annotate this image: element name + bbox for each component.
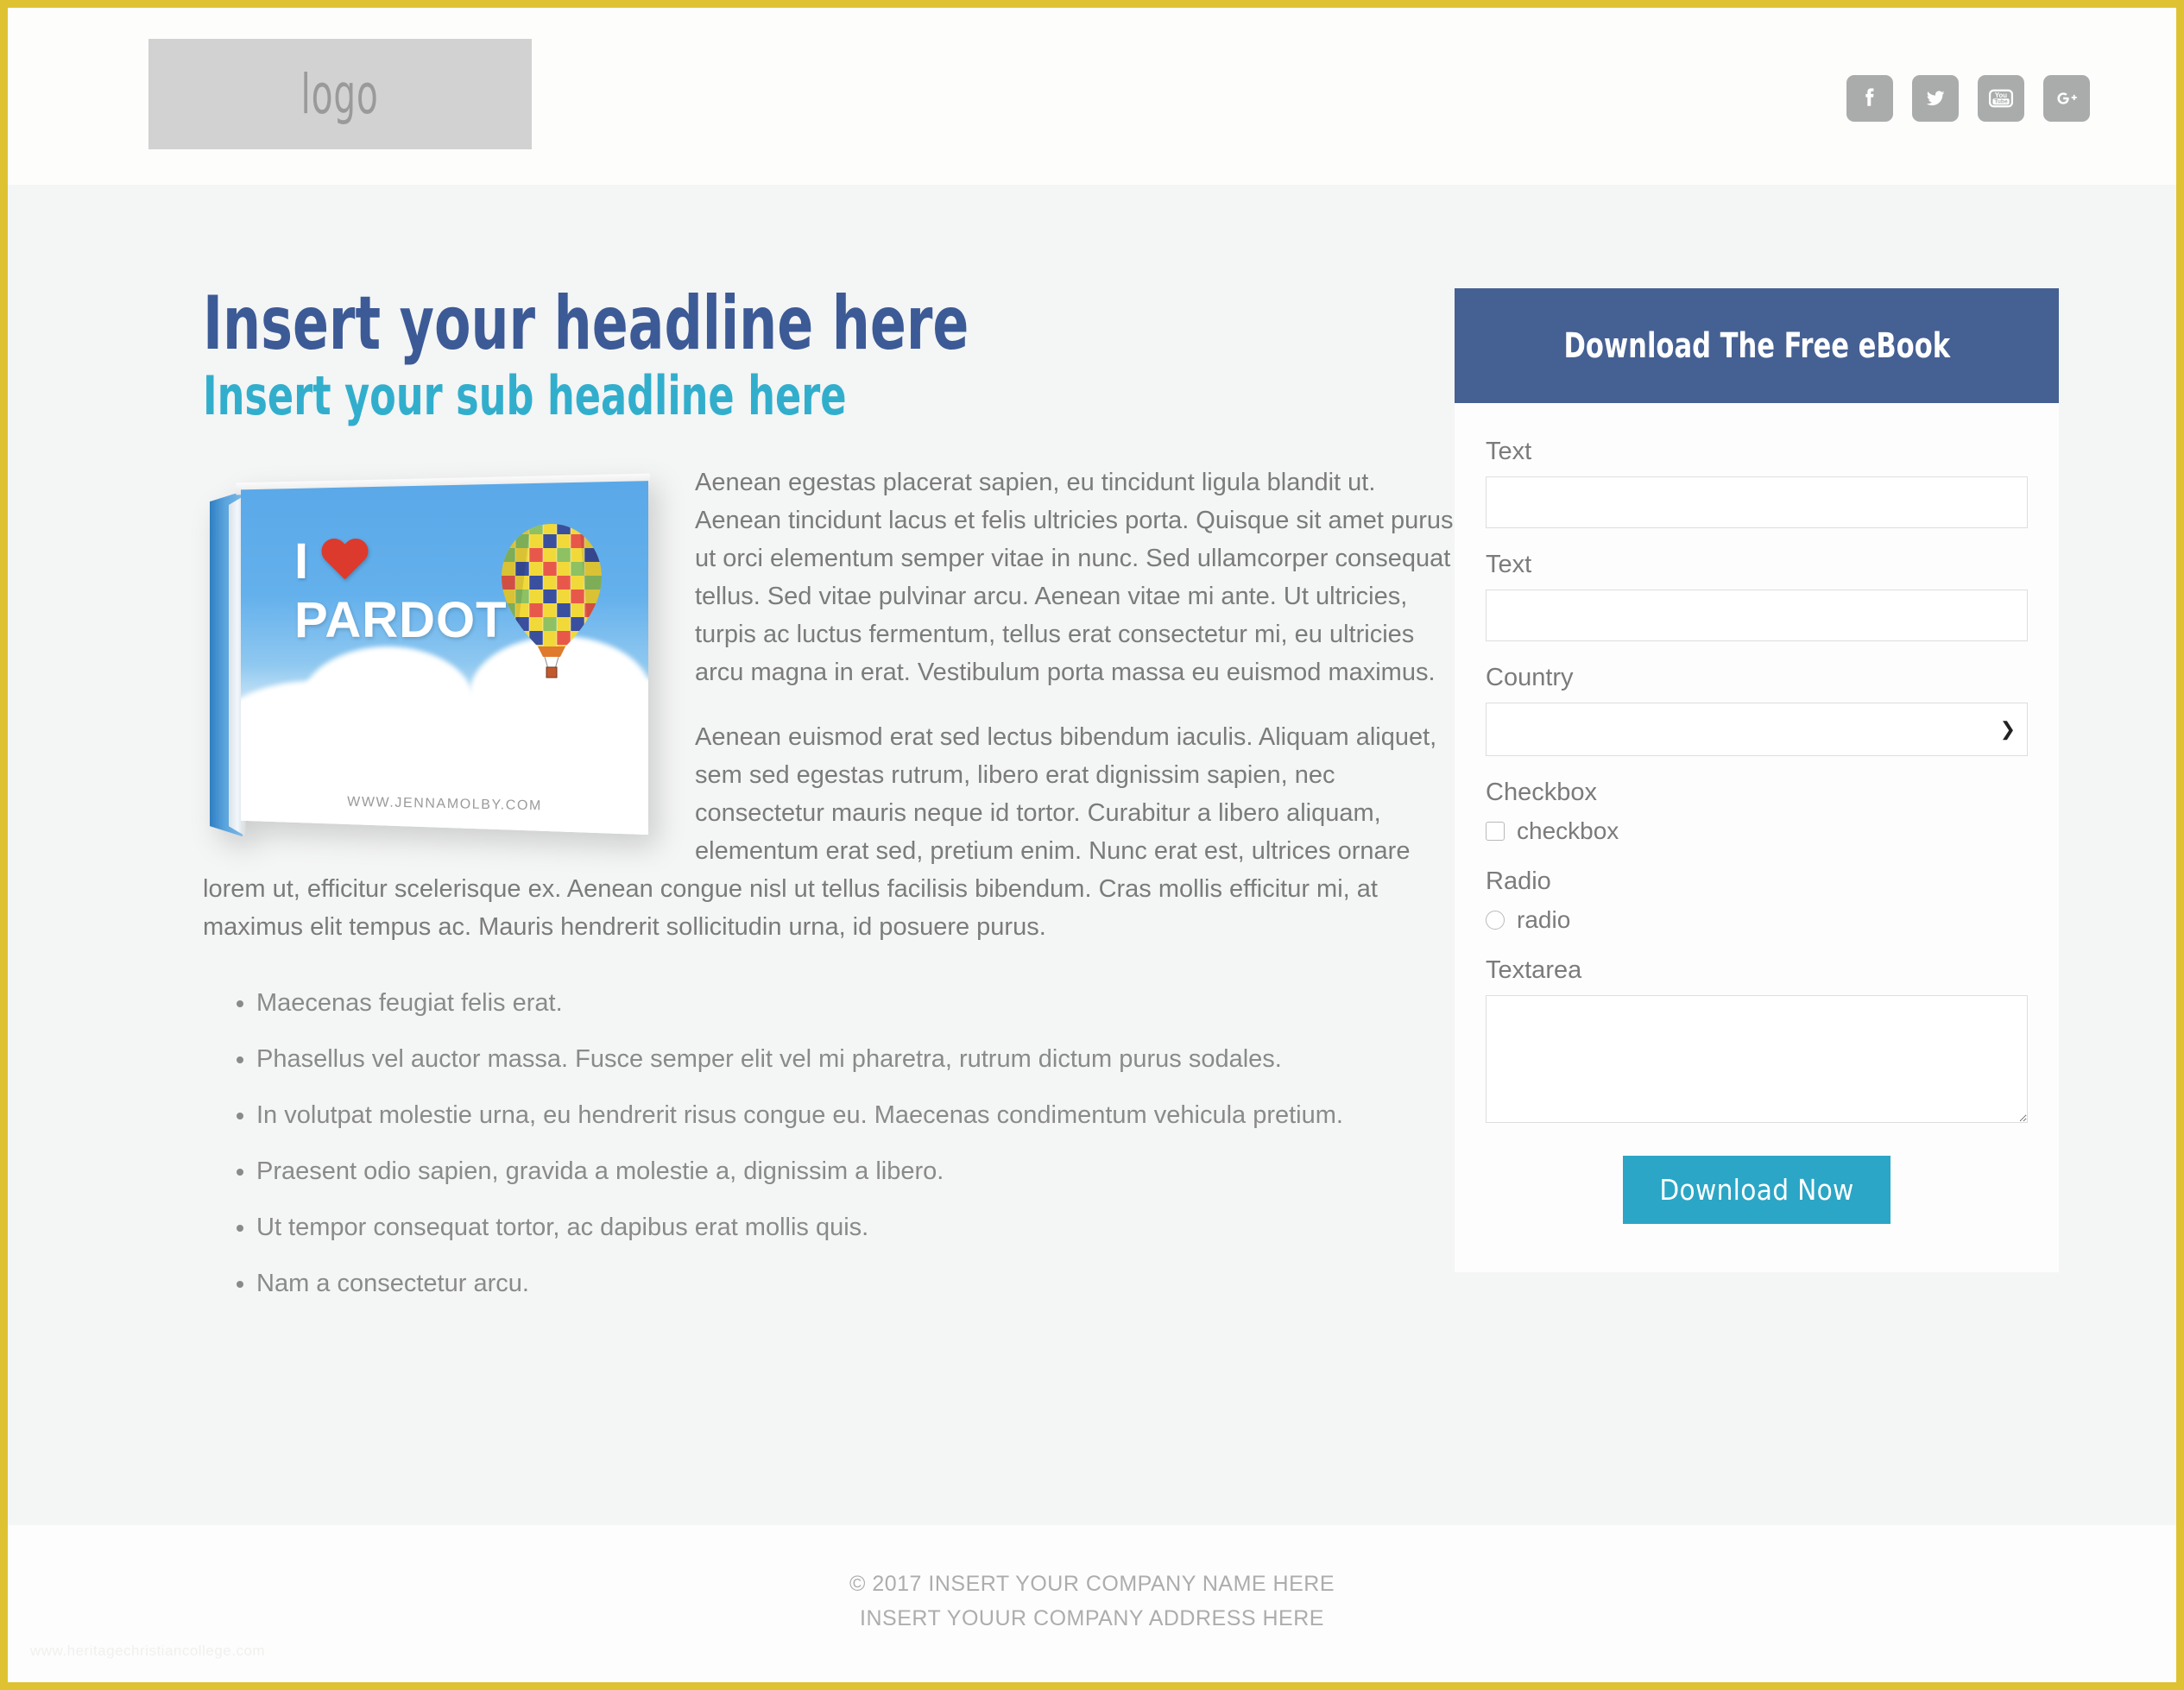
feature-bullet-list: Maecenas feugiat felis erat. Phasellus v… bbox=[203, 984, 1463, 1303]
field-text-1: Text bbox=[1486, 438, 2028, 528]
field-label: Radio bbox=[1486, 867, 1551, 895]
book-title-main: PARDOT bbox=[294, 592, 508, 649]
radio-option-label: radio bbox=[1517, 906, 1571, 933]
footer-company-name: © 2017 INSERT YOUR COMPANY NAME HERE bbox=[849, 1572, 1335, 1596]
facebook-icon[interactable] bbox=[1846, 75, 1893, 122]
social-links: You Tube bbox=[1846, 75, 2090, 122]
list-item: Maecenas feugiat felis erat. bbox=[256, 984, 1463, 1023]
country-select[interactable] bbox=[1486, 703, 2028, 756]
book-title-letter-i: I bbox=[294, 533, 309, 590]
field-label: Textarea bbox=[1486, 956, 1582, 984]
field-textarea: Textarea bbox=[1486, 956, 2028, 1123]
landing-page: logo You Tube Insert your headline here I… bbox=[0, 0, 2184, 1690]
svg-text:You: You bbox=[1995, 91, 2007, 99]
form-title: Download The Free eBook bbox=[1563, 325, 1950, 366]
googleplus-icon[interactable] bbox=[2043, 75, 2090, 122]
logo-text: logo bbox=[300, 62, 380, 126]
form-header: Download The Free eBook bbox=[1455, 288, 2059, 403]
field-radio: Radio radio bbox=[1486, 867, 2028, 934]
download-form-panel: Download The Free eBook Text Text Countr… bbox=[1455, 288, 2059, 1272]
logo-placeholder[interactable]: logo bbox=[148, 39, 532, 149]
radio-input[interactable] bbox=[1486, 911, 1505, 930]
footer-company-address: INSERT YOUUR COMPANY ADDRESS HERE bbox=[860, 1606, 1324, 1630]
ebook-cover-image: I PARDOT WWW.JENNAMOLBY.COM bbox=[203, 472, 652, 843]
youtube-icon[interactable]: You Tube bbox=[1978, 75, 2024, 122]
text-input-1[interactable] bbox=[1486, 476, 2028, 528]
svg-text:Tube: Tube bbox=[1994, 99, 2008, 105]
site-footer: © 2017 INSERT YOUR COMPANY NAME HERE INS… bbox=[8, 1525, 2176, 1682]
main-section: Insert your headline here Insert your su… bbox=[8, 185, 2176, 1525]
field-label: Country bbox=[1486, 664, 1574, 691]
download-now-button[interactable]: Download Now bbox=[1623, 1156, 1890, 1224]
field-label: Text bbox=[1486, 551, 1532, 578]
field-checkbox: Checkbox checkbox bbox=[1486, 779, 2028, 845]
field-country: Country ❯ bbox=[1486, 664, 2028, 756]
page-subheadline: Insert your sub headline here bbox=[203, 364, 847, 427]
watermark-text: www.heritagechristiancollege.com bbox=[30, 1643, 266, 1659]
page-headline: Insert your headline here bbox=[203, 281, 969, 367]
checkbox-option-label: checkbox bbox=[1517, 817, 1619, 844]
field-label: Text bbox=[1486, 438, 1532, 465]
submit-row: Download Now bbox=[1486, 1156, 2028, 1224]
list-item: Praesent odio sapien, gravida a molestie… bbox=[256, 1152, 1463, 1191]
content-column: Insert your headline here Insert your su… bbox=[203, 287, 1463, 1321]
form-body: Text Text Country ❯ Checkbox checkbox Ra… bbox=[1455, 403, 2059, 1272]
book-front-cover: I PARDOT WWW.JENNAMOLBY.COM bbox=[241, 481, 648, 836]
list-item: Ut tempor consequat tortor, ac dapibus e… bbox=[256, 1208, 1463, 1247]
book-title-love: I bbox=[294, 533, 369, 590]
hot-air-balloon-icon bbox=[502, 524, 602, 678]
checkbox-row[interactable]: checkbox bbox=[1486, 817, 2028, 845]
site-header: logo You Tube bbox=[8, 8, 2176, 185]
field-text-2: Text bbox=[1486, 551, 2028, 641]
textarea-input[interactable] bbox=[1486, 995, 2028, 1123]
checkbox-input[interactable] bbox=[1486, 822, 1505, 841]
radio-row[interactable]: radio bbox=[1486, 906, 2028, 934]
twitter-icon[interactable] bbox=[1912, 75, 1959, 122]
heart-icon bbox=[320, 539, 369, 584]
list-item: Phasellus vel auctor massa. Fusce semper… bbox=[256, 1040, 1463, 1079]
list-item: In volutpat molestie urna, eu hendrerit … bbox=[256, 1096, 1463, 1135]
text-input-2[interactable] bbox=[1486, 590, 2028, 641]
list-item: Nam a consectetur arcu. bbox=[256, 1264, 1463, 1303]
field-label: Checkbox bbox=[1486, 779, 1597, 806]
